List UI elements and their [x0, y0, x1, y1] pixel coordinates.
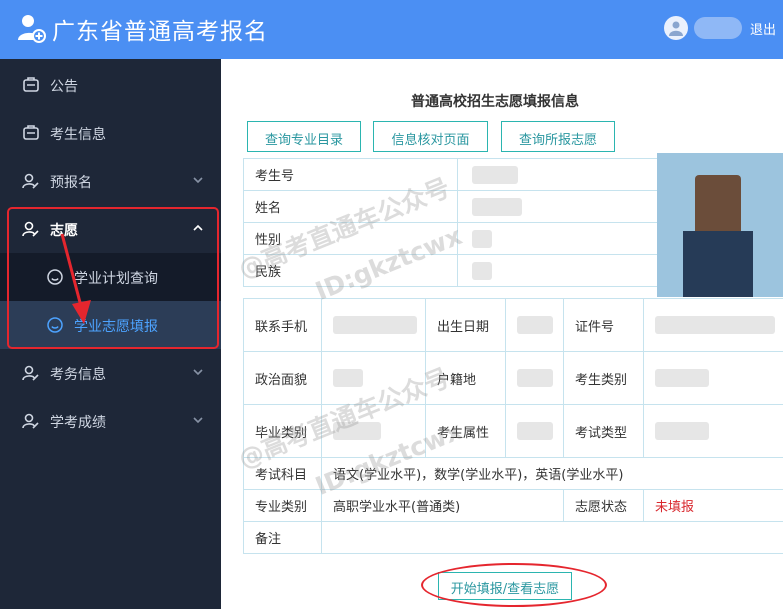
sidebar-item-pre-registration[interactable]: 预报名 — [0, 157, 221, 205]
top-bar: 广东省普通高考报名 退出 — [0, 0, 783, 59]
graduate-type-value — [321, 404, 426, 458]
sidebar-item-label: 学考成绩 — [50, 415, 106, 431]
remark-value — [321, 521, 783, 554]
table-row: 考生号 — [243, 158, 661, 191]
user-edit-icon — [22, 173, 39, 189]
table-row: 联系手机 出生日期 证件号 — [243, 298, 783, 352]
basic-info-table: 考生号 姓名 性别 民族 — [243, 158, 661, 287]
exam-type-label: 考试类型 — [563, 404, 644, 458]
ethnicity-label: 民族 — [243, 254, 458, 287]
sidebar-item-exam-affairs[interactable]: 考务信息 — [0, 349, 221, 397]
major-type-value: 高职学业水平(普通类) — [321, 489, 564, 522]
user-add-icon — [18, 15, 46, 43]
remark-label: 备注 — [243, 521, 322, 554]
query-wishes-button[interactable]: 查询所报志愿 — [501, 121, 615, 152]
wish-status-value: 未填报 — [643, 489, 783, 522]
id-label: 证件号 — [563, 298, 644, 352]
household-label: 户籍地 — [425, 351, 506, 405]
sidebar-item-label: 预报名 — [50, 175, 92, 191]
table-row: 考试科目 语文(学业水平)，数学(学业水平)，英语(学业水平) — [243, 457, 783, 490]
subjects-value: 语文(学业水平)，数学(学业水平)，英语(学业水平) — [321, 457, 783, 490]
table-row: 毕业类别 考生属性 考试类型 — [243, 404, 783, 458]
table-row: 性别 — [243, 222, 661, 255]
sidebar-item-label: 考务信息 — [50, 367, 106, 383]
logout-button[interactable]: 退出 — [750, 19, 776, 38]
table-row: 政治面貌 户籍地 考生类别 — [243, 351, 783, 405]
page-title: 普通高校招生志愿填报信息 — [411, 94, 579, 110]
exam-type-value — [643, 404, 783, 458]
wish-status-label: 志愿状态 — [563, 489, 644, 522]
birth-value — [505, 298, 564, 352]
exam-number-value — [457, 158, 661, 191]
briefcase-icon — [23, 125, 39, 140]
phone-label: 联系手机 — [243, 298, 322, 352]
user-edit-icon — [22, 413, 39, 429]
detail-info-table: 联系手机 出生日期 证件号 政治面貌 户籍地 考生类别 毕业类别 考生属性 考试… — [243, 298, 783, 554]
household-value — [505, 351, 564, 405]
username-blurred — [694, 17, 742, 39]
app-title: 广东省普通高考报名 — [52, 19, 268, 45]
avatar[interactable] — [664, 16, 688, 40]
candidate-attr-value — [505, 404, 564, 458]
query-major-catalog-button[interactable]: 查询专业目录 — [247, 121, 361, 152]
table-row: 专业类别 高职学业水平(普通类) 志愿状态 未填报 — [243, 489, 783, 522]
candidate-attr-label: 考生属性 — [425, 404, 506, 458]
info-check-button[interactable]: 信息核对页面 — [373, 121, 488, 152]
subjects-label: 考试科目 — [243, 457, 322, 490]
politics-value — [321, 351, 426, 405]
arrow-icon — [60, 233, 91, 324]
candidate-type-value — [643, 351, 783, 405]
main-panel: 普通高校招生志愿填报信息 查询专业目录 信息核对页面 查询所报志愿 考生号 姓名… — [221, 59, 783, 609]
exam-number-label: 考生号 — [243, 158, 458, 191]
name-value — [457, 190, 661, 223]
candidate-photo — [657, 153, 783, 297]
sidebar-item-notice[interactable]: 公告 — [0, 61, 221, 109]
politics-label: 政治面貌 — [243, 351, 322, 405]
sidebar-item-candidate-info[interactable]: 考生信息 — [0, 109, 221, 157]
gender-label: 性别 — [243, 222, 458, 255]
user-edit-icon — [22, 365, 39, 381]
candidate-type-label: 考生类别 — [563, 351, 644, 405]
graduate-type-label: 毕业类别 — [243, 404, 322, 458]
sidebar-item-label: 公告 — [50, 79, 78, 95]
sidebar-item-label: 考生信息 — [50, 127, 106, 143]
chevron-down-icon — [193, 417, 203, 424]
phone-value — [321, 298, 426, 352]
major-type-label: 专业类别 — [243, 489, 322, 522]
chevron-down-icon — [193, 177, 203, 184]
notice-icon — [23, 77, 39, 92]
gender-value — [457, 222, 661, 255]
table-row: 民族 — [243, 254, 661, 287]
birth-label: 出生日期 — [425, 298, 506, 352]
id-value — [643, 298, 783, 352]
user-icon — [669, 21, 683, 36]
name-label: 姓名 — [243, 190, 458, 223]
ethnicity-value — [457, 254, 661, 287]
sidebar-item-exam-scores[interactable]: 学考成绩 — [0, 397, 221, 445]
table-row: 备注 — [243, 521, 783, 554]
highlight-oval — [421, 563, 607, 607]
chevron-down-icon — [193, 369, 203, 376]
highlight-box — [7, 207, 219, 349]
table-row: 姓名 — [243, 190, 661, 223]
